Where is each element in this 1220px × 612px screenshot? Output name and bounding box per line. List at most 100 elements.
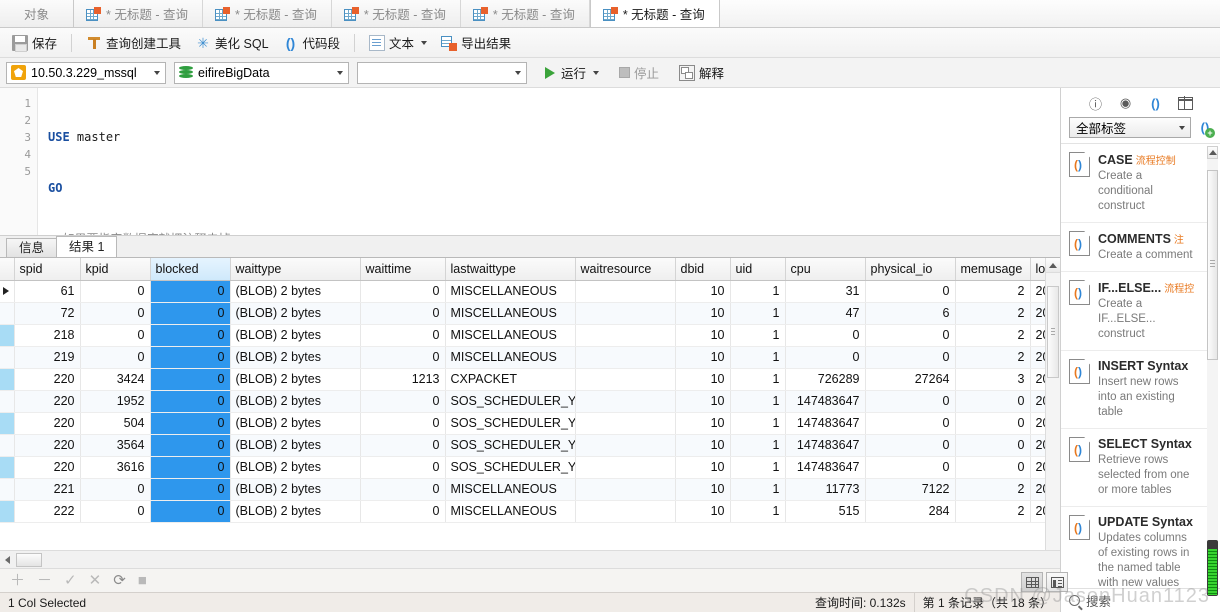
grid-scroll-area[interactable]: spid kpid blocked waittype waittime last…: [0, 258, 1060, 550]
table-row[interactable]: 7200(BLOB) 2 bytes0MISCELLANEOUS10147622…: [0, 302, 1060, 325]
row-header-cell[interactable]: [0, 368, 15, 391]
cell-memusage[interactable]: 2: [955, 478, 1031, 501]
cell-kpid[interactable]: 0: [80, 302, 151, 325]
cell-waitresource[interactable]: [575, 368, 676, 391]
sql-code-area[interactable]: USE master GO --如果要指定数据库就把注释去掉 SELECT * …: [38, 88, 857, 235]
column-header-dbid[interactable]: dbid: [675, 258, 731, 281]
column-header-cpu[interactable]: cpu: [785, 258, 866, 281]
query-builder-button[interactable]: 查询创建工具: [80, 30, 187, 55]
hscroll-thumb[interactable]: [16, 552, 42, 567]
cell-waittime[interactable]: 0: [360, 478, 446, 501]
cell-blocked[interactable]: 0: [150, 412, 231, 435]
cell-blocked[interactable]: 0: [150, 456, 231, 479]
tab-query-3[interactable]: * 无标题 - 查询: [331, 0, 461, 27]
tab-query-5[interactable]: * 无标题 - 查询: [589, 0, 720, 27]
cell-waitresource[interactable]: [575, 434, 676, 457]
column-header-physical-io[interactable]: physical_io: [865, 258, 956, 281]
cell-uid[interactable]: 1: [730, 302, 786, 325]
cell-waittype[interactable]: (BLOB) 2 bytes: [230, 368, 361, 391]
cell-uid[interactable]: 1: [730, 434, 786, 457]
cell-lastwaittype[interactable]: MISCELLANEOUS: [445, 500, 576, 523]
code-snippet-button[interactable]: () 代码段: [277, 30, 347, 55]
column-header-uid[interactable]: uid: [730, 258, 786, 281]
refresh-icon[interactable]: ⟳: [113, 573, 126, 588]
cell-dbid[interactable]: 10: [675, 280, 731, 303]
cell-lastwaittype[interactable]: MISCELLANEOUS: [445, 346, 576, 369]
cell-physical-io[interactable]: 0: [865, 412, 956, 435]
cell-waittime[interactable]: 0: [360, 280, 446, 303]
cell-dbid[interactable]: 10: [675, 478, 731, 501]
chevron-down-icon[interactable]: [421, 40, 428, 45]
cell-blocked[interactable]: 0: [150, 368, 231, 391]
cell-physical-io[interactable]: 27264: [865, 368, 956, 391]
grid-view-icon[interactable]: [1178, 95, 1194, 111]
table-row[interactable]: 222 0 0 (BLOB) 2 bytes 0 MISCELLANEOUS 10 1 515 2…: [0, 500, 1060, 523]
cell-spid[interactable]: 222: [14, 500, 81, 523]
row-header-cell[interactable]: [0, 434, 15, 457]
table-row[interactable]: 2205040(BLOB) 2 bytes0SOS_SCHEDULER_YIEL…: [0, 412, 1060, 435]
cell-waittime[interactable]: 0: [360, 324, 446, 347]
explain-plan-button[interactable]: 解释: [673, 60, 730, 85]
cell-lastwaittype[interactable]: SOS_SCHEDULER_YIELD: [445, 390, 576, 413]
sql-editor[interactable]: 1 2 3 4 5 USE master GO --如果要指定数据库就把注释去掉…: [0, 88, 1060, 236]
cell-waitresource[interactable]: [575, 280, 676, 303]
cell-physical-io[interactable]: 0: [865, 434, 956, 457]
cell-spid[interactable]: 220: [14, 412, 81, 435]
record-view-button[interactable]: [1046, 572, 1068, 592]
cell-physical-io[interactable]: 7122: [865, 478, 956, 501]
cell-waittime[interactable]: 0: [360, 434, 446, 457]
cell-dbid[interactable]: 10: [675, 500, 731, 523]
cell-kpid[interactable]: 3424: [80, 368, 151, 391]
tab-query-1[interactable]: * 无标题 - 查询: [74, 0, 203, 27]
cell-waittype[interactable]: (BLOB) 2 bytes: [230, 302, 361, 325]
table-row[interactable]: 22035640(BLOB) 2 bytes0SOS_SCHEDULER_YIE…: [0, 434, 1060, 457]
info-icon[interactable]: ⓘ: [1088, 95, 1104, 112]
row-header-cell[interactable]: [0, 456, 15, 479]
cell-cpu[interactable]: 0: [785, 324, 866, 347]
cell-dbid[interactable]: 10: [675, 390, 731, 413]
apply-changes-icon[interactable]: ✓: [64, 573, 77, 588]
cell-waittime[interactable]: 0: [360, 456, 446, 479]
chevron-down-icon[interactable]: [330, 63, 346, 83]
cell-cpu[interactable]: 147483647: [785, 456, 866, 479]
cell-spid[interactable]: 220: [14, 390, 81, 413]
eye-icon[interactable]: ◉: [1118, 95, 1134, 111]
table-row[interactable]: 21800(BLOB) 2 bytes0MISCELLANEOUS1010022…: [0, 324, 1060, 347]
column-header-memusage[interactable]: memusage: [955, 258, 1031, 281]
cell-dbid[interactable]: 10: [675, 368, 731, 391]
cell-blocked[interactable]: 0: [150, 500, 231, 523]
cell-cpu[interactable]: 726289: [785, 368, 866, 391]
cell-kpid[interactable]: 0: [80, 346, 151, 369]
cell-spid[interactable]: 220: [14, 456, 81, 479]
snippet-item[interactable]: () UPDATE Syntax Updates columns of existi…: [1061, 507, 1208, 588]
row-header-cell[interactable]: [0, 478, 15, 501]
cell-dbid[interactable]: 10: [675, 346, 731, 369]
cell-uid[interactable]: 1: [730, 390, 786, 413]
cell-waittime[interactable]: 0: [360, 390, 446, 413]
cell-lastwaittype[interactable]: CXPACKET: [445, 368, 576, 391]
cell-kpid[interactable]: 0: [80, 324, 151, 347]
parentheses-icon[interactable]: (): [1148, 95, 1164, 111]
cell-uid[interactable]: 1: [730, 500, 786, 523]
cell-kpid[interactable]: 3564: [80, 434, 151, 457]
cell-uid[interactable]: 1: [730, 368, 786, 391]
cell-waittype[interactable]: (BLOB) 2 bytes: [230, 500, 361, 523]
column-header-waittype[interactable]: waittype: [230, 258, 361, 281]
cell-physical-io[interactable]: 0: [865, 346, 956, 369]
row-header-cell[interactable]: [0, 346, 15, 369]
cell-waitresource[interactable]: [575, 390, 676, 413]
cell-waittype[interactable]: (BLOB) 2 bytes: [230, 346, 361, 369]
snippet-search[interactable]: 搜索: [1061, 588, 1220, 612]
snippet-item[interactable]: () SELECT Syntax Retrieve rows selected fr…: [1061, 429, 1208, 507]
row-header-cell[interactable]: [0, 500, 15, 523]
chevron-down-icon[interactable]: [147, 63, 163, 83]
cell-dbid[interactable]: 10: [675, 456, 731, 479]
table-row[interactable]: 220 3424 0 (BLOB) 2 bytes 1213 CXPACKET 10 1 726…: [0, 368, 1060, 391]
tab-messages[interactable]: 信息: [6, 238, 58, 257]
cell-waittime[interactable]: 1213: [360, 368, 446, 391]
text-format-button[interactable]: 文本: [363, 30, 433, 55]
snippet-item[interactable]: () INSERT Syntax Insert new rows into an e…: [1061, 351, 1208, 429]
tab-objects[interactable]: 对象: [0, 0, 75, 27]
cell-waitresource[interactable]: [575, 324, 676, 347]
cell-memusage[interactable]: 0: [955, 456, 1031, 479]
